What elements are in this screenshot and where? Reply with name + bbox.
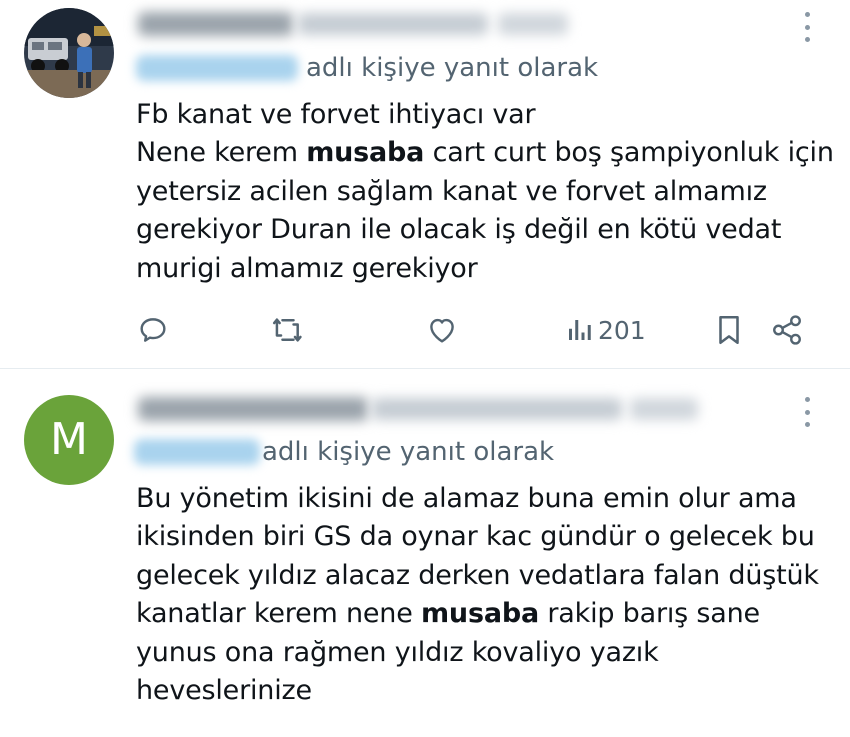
views-count: 201 xyxy=(598,315,646,345)
highlighted-word: musaba xyxy=(421,598,539,630)
views-button[interactable]: 201 xyxy=(566,310,646,350)
reply-to-handle[interactable] xyxy=(134,439,260,465)
tweet-line: kanatlar kerem nene musaba rakip barış s… xyxy=(136,598,760,630)
tweet-line: yunus ona rağmen yıldız kovaliyo yazık xyxy=(136,636,659,668)
avatar[interactable] xyxy=(24,8,114,98)
avatar[interactable]: M xyxy=(24,395,114,485)
tweet-line: Bu yönetim ikisini de alamaz buna emin o… xyxy=(136,483,797,514)
like-button[interactable] xyxy=(424,310,460,350)
bookmark-button[interactable] xyxy=(714,310,744,350)
avatar-letter: M xyxy=(24,395,114,485)
reply-label: adlı kişiye yanıt olarak xyxy=(262,437,555,467)
highlighted-word: musaba xyxy=(306,137,425,169)
tweet-line: Fb kanat ve forvet ihtiyacı var xyxy=(136,99,536,130)
tweet-card[interactable]: adlı kişiye yanıt olarak Fb kanat ve for… xyxy=(0,0,850,368)
author-handle xyxy=(298,13,488,35)
author-name[interactable] xyxy=(138,12,293,36)
profile-photo-icon xyxy=(24,8,114,98)
tweet-text: Bu yönetim ikisini de alamaz buna emin o… xyxy=(136,480,836,710)
bookmark-icon xyxy=(719,315,739,345)
more-options-icon[interactable] xyxy=(800,12,814,42)
tweet-card[interactable]: M adlı kişiye yanıt olarak Bu yönetim ik… xyxy=(0,368,850,737)
views-icon xyxy=(569,320,591,340)
tweet-line: heveslerinize xyxy=(136,675,312,707)
share-icon xyxy=(773,315,801,345)
tweet-text: Fb kanat ve forvet ihtiyacı var Nene ker… xyxy=(136,96,836,288)
retweet-button[interactable] xyxy=(270,310,306,350)
author-name[interactable] xyxy=(138,397,368,421)
tweet-line: murigi almamız gerekiyor xyxy=(136,252,478,284)
reply-label: adlı kişiye yanıt olarak xyxy=(306,53,599,83)
share-button[interactable] xyxy=(770,310,804,350)
reply-button[interactable] xyxy=(136,310,170,350)
tweet-line: Nene kerem musaba cart curt boş şampiyon… xyxy=(136,137,834,169)
heart-icon xyxy=(430,318,454,343)
reply-to-handle[interactable] xyxy=(136,55,298,81)
tweet-line: yetersiz acilen sağlam kanat ve forvet a… xyxy=(136,175,767,207)
reply-icon xyxy=(140,318,166,342)
timestamp xyxy=(498,13,568,35)
tweet-line: gelecek yıldız alacaz derken vedatlara f… xyxy=(136,559,819,591)
tweet-line: gerekiyor Duran ile olacak iş değil en k… xyxy=(136,214,782,246)
more-options-icon[interactable] xyxy=(800,397,814,427)
tweet-line: ikisinden biri GS da oynar kac gündür o … xyxy=(136,521,815,553)
timestamp xyxy=(630,398,698,420)
retweet-icon xyxy=(272,318,302,342)
author-handle xyxy=(372,398,622,420)
